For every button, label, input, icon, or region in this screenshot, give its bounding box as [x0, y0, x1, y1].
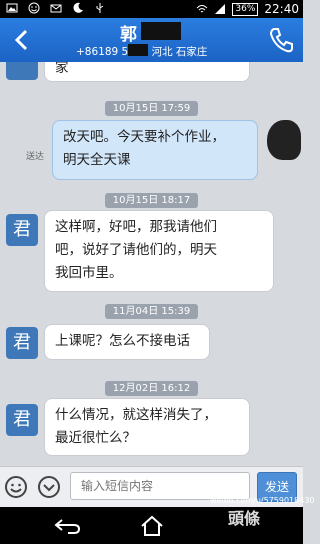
contact-name: 郭: [120, 25, 137, 45]
timestamp: 10月15日 18:17: [0, 188, 303, 208]
contact-avatar[interactable]: 君: [6, 404, 38, 436]
image-icon: [6, 3, 18, 13]
timestamp: 12月02日 16:12: [0, 376, 303, 396]
nav-back-icon[interactable]: [52, 517, 82, 535]
message-list[interactable]: 家 10月15日 17:59 送达 改天吧。今天要补个作业， 明天全天课 10月…: [0, 62, 303, 466]
watermark-url: weibo.com/u/5759018430: [210, 496, 315, 505]
nav-home-icon[interactable]: [140, 515, 164, 537]
number-redaction: [128, 44, 148, 56]
message-bubble-outgoing[interactable]: 改天吧。今天要补个作业， 明天全天课: [52, 120, 258, 180]
status-bar: 36% 22:40: [0, 0, 303, 18]
delivery-status: 送达: [26, 152, 45, 162]
contact-avatar[interactable]: 君: [6, 214, 38, 246]
wifi-icon: [197, 5, 208, 13]
battery-percent: 36%: [232, 2, 259, 16]
message-text: 家: [55, 62, 69, 76]
emoji-status-icon: [28, 2, 40, 14]
own-avatar-redacted: [267, 120, 301, 160]
clock: 22:40: [264, 2, 299, 16]
back-arrow-icon[interactable]: [8, 26, 36, 54]
emoji-icon[interactable]: [4, 475, 28, 499]
watermark-logo: 頭條: [228, 509, 261, 528]
usb-icon: [96, 3, 104, 13]
phone-call-icon[interactable]: [269, 27, 293, 53]
timestamp: 11月04日 15:39: [0, 299, 303, 319]
contact-avatar[interactable]: [6, 62, 38, 80]
conversation-header: 郭 +86189 5423 河北 石家庄: [0, 18, 303, 62]
timestamp: 10月15日 17:59: [0, 96, 303, 116]
message-bubble-incoming[interactable]: 什么情况，就这样消失了， 最近很忙么？: [44, 398, 250, 456]
message-bubble-partial: 家: [44, 62, 250, 82]
signal-icon: [215, 4, 226, 14]
message-bubble-incoming[interactable]: 这样啊，好吧，那我请他们 吧，说好了请他们的，明天 我回市里。: [44, 210, 274, 292]
name-redaction: [141, 22, 181, 40]
mail-icon: [50, 4, 62, 13]
attach-icon[interactable]: [36, 475, 62, 499]
contact-avatar[interactable]: 君: [6, 327, 38, 359]
message-bubble-incoming[interactable]: 上课呢？怎么不接电话: [44, 324, 210, 360]
moon-icon: [73, 2, 83, 13]
